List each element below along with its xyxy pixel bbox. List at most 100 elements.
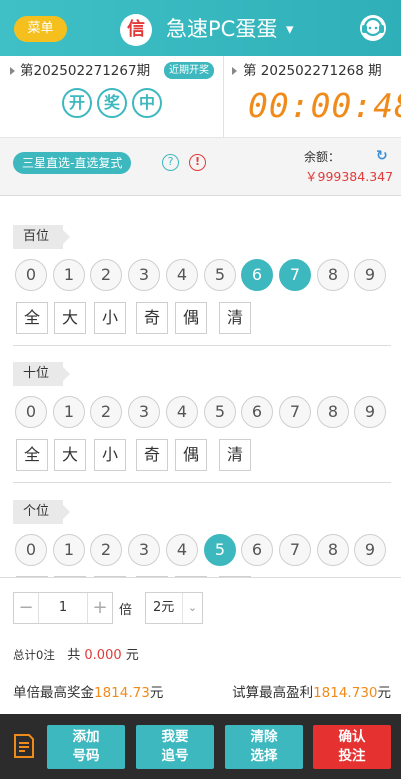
digit-ball[interactable]: 6 xyxy=(241,534,273,566)
play-type-button[interactable]: 三星直选-直选复式 xyxy=(13,152,132,174)
digit-ball[interactable]: 6 xyxy=(241,396,273,428)
button-label: 我要 xyxy=(161,729,189,745)
digit-ball[interactable]: 0 xyxy=(15,259,47,291)
quick-pick-button[interactable]: 奇 xyxy=(136,439,168,471)
digit-ball[interactable]: 7 xyxy=(279,534,311,566)
total-unit: 元 xyxy=(125,648,139,663)
result-char: 中 xyxy=(132,88,162,118)
digit-ball[interactable]: 9 xyxy=(354,396,386,428)
previous-issue: 第202502271267期 xyxy=(20,63,151,79)
digit-ball[interactable]: 8 xyxy=(317,259,349,291)
quick-pick-button[interactable]: 大 xyxy=(54,439,86,471)
button-label: 选择 xyxy=(250,748,278,764)
button-label: 添加 xyxy=(72,729,100,745)
result-char: 奖 xyxy=(97,88,127,118)
button-label: 追号 xyxy=(161,748,189,764)
digit-ball[interactable]: 2 xyxy=(90,259,122,291)
button-label: 投注 xyxy=(338,748,366,764)
quick-pick-button[interactable]: 全 xyxy=(16,439,48,471)
quick-pick-button[interactable]: 偶 xyxy=(175,439,207,471)
countdown-timer: 00:00:48 xyxy=(248,86,401,125)
action-footer: 添加 号码 我要 追号 清除 选择 确认 投注 xyxy=(0,714,401,779)
menu-button[interactable]: 菜单 xyxy=(14,16,67,42)
digit-ball[interactable]: 5 xyxy=(204,259,236,291)
digit-ball[interactable]: 2 xyxy=(90,396,122,428)
total-summary: 总计0注 共 0.000 元 xyxy=(13,644,139,663)
refresh-icon[interactable]: ↻ xyxy=(376,148,388,164)
total-bets: 总计0注 xyxy=(13,648,55,662)
app-header: 菜单 信 急速PC蛋蛋 ▾ xyxy=(0,0,401,56)
max-profit-value: 1814.730 xyxy=(313,685,378,701)
add-numbers-button[interactable]: 添加 号码 xyxy=(47,725,125,769)
digit-ball[interactable]: 0 xyxy=(15,396,47,428)
recent-draws-badge[interactable]: 近期开奖 xyxy=(164,62,214,79)
unit-value: 2元 xyxy=(153,600,175,615)
button-label: 号码 xyxy=(72,748,100,764)
position-label: 个位 xyxy=(13,500,71,524)
multiple-input[interactable]: 1 xyxy=(38,593,88,623)
total-amount: 0.000 xyxy=(84,648,122,663)
digit-ball[interactable]: 4 xyxy=(166,534,198,566)
balance-value: ￥999384.347 xyxy=(305,169,394,184)
lottery-title[interactable]: 急速PC蛋蛋 xyxy=(166,15,277,43)
digit-ball[interactable]: 7 xyxy=(279,259,311,291)
digit-ball[interactable]: 2 xyxy=(90,534,122,566)
quick-pick-button[interactable]: 清 xyxy=(219,302,251,334)
digit-ball[interactable]: 3 xyxy=(128,396,160,428)
digit-ball[interactable]: 3 xyxy=(128,259,160,291)
unit-select[interactable]: 2元 ⌄ xyxy=(145,592,203,624)
position-label: 百位 xyxy=(13,225,71,249)
draw-info-panel: 第202502271267期 近期开奖 开奖中 第 202502271268 期… xyxy=(0,56,401,138)
customer-service-icon[interactable] xyxy=(358,13,388,43)
balance-label: 余额： xyxy=(304,150,341,164)
lottery-logo: 信 xyxy=(120,14,152,46)
quick-pick-button[interactable]: 奇 xyxy=(136,302,168,334)
digit-ball[interactable]: 0 xyxy=(15,534,47,566)
digit-ball[interactable]: 4 xyxy=(166,396,198,428)
digit-ball[interactable]: 9 xyxy=(354,534,386,566)
digit-ball[interactable]: 1 xyxy=(53,534,85,566)
confirm-bet-button[interactable]: 确认 投注 xyxy=(313,725,391,769)
quick-pick-button[interactable]: 全 xyxy=(16,302,48,334)
digit-ball[interactable]: 3 xyxy=(128,534,160,566)
current-issue: 第 202502271268 期 xyxy=(243,63,382,79)
max-prize-value: 1814.73 xyxy=(94,685,150,701)
help-icon[interactable]: ? xyxy=(162,154,179,171)
digit-ball[interactable]: 7 xyxy=(279,396,311,428)
multiple-label: 倍 xyxy=(119,603,133,618)
max-profit: 试算最高盈利1814.730元 xyxy=(232,681,391,701)
digit-ball[interactable]: 9 xyxy=(354,259,386,291)
draw-result: 开奖中 xyxy=(62,88,167,118)
digit-ball[interactable]: 5 xyxy=(204,534,236,566)
chase-number-button[interactable]: 我要 追号 xyxy=(136,725,214,769)
chevron-down-icon[interactable]: ▾ xyxy=(286,15,294,43)
max-prize-label: 单倍最高奖金 xyxy=(13,685,94,701)
quick-pick-button[interactable]: 小 xyxy=(94,439,126,471)
clear-selection-button[interactable]: 清除 选择 xyxy=(225,725,303,769)
digit-ball[interactable]: 8 xyxy=(317,534,349,566)
quick-pick-button[interactable]: 小 xyxy=(94,302,126,334)
digit-ball[interactable]: 5 xyxy=(204,396,236,428)
bet-panel: − 1 + 倍 2元 ⌄ 总计0注 共 0.000 元 单倍最高奖金1814.7… xyxy=(0,577,401,714)
quick-pick-button[interactable]: 偶 xyxy=(175,302,207,334)
previous-draw[interactable]: 第202502271267期 近期开奖 开奖中 xyxy=(0,56,224,138)
digit-ball[interactable]: 8 xyxy=(317,396,349,428)
quick-pick-button[interactable]: 大 xyxy=(54,302,86,334)
result-char: 开 xyxy=(62,88,92,118)
arrow-right-icon xyxy=(10,67,15,75)
button-label: 确认 xyxy=(338,729,366,745)
chevron-down-icon: ⌄ xyxy=(182,593,202,623)
increase-button[interactable]: + xyxy=(88,593,112,623)
quick-pick-button[interactable]: 清 xyxy=(219,439,251,471)
bet-slip-icon[interactable] xyxy=(13,733,35,759)
digit-selection-area[interactable]: 百位 0123456789 全大小奇偶清 十位 0123456789 全大小奇偶… xyxy=(0,197,401,577)
digit-ball[interactable]: 6 xyxy=(241,259,273,291)
warning-icon[interactable]: ! xyxy=(189,154,206,171)
digit-ball[interactable]: 1 xyxy=(53,259,85,291)
decrease-button[interactable]: − xyxy=(14,593,38,623)
total-prefix: 共 xyxy=(67,648,81,663)
digit-ball[interactable]: 4 xyxy=(166,259,198,291)
digit-ball[interactable]: 1 xyxy=(53,396,85,428)
prize-summary: 单倍最高奖金1814.73元 试算最高盈利1814.730元 xyxy=(13,681,391,701)
divider xyxy=(13,345,391,346)
